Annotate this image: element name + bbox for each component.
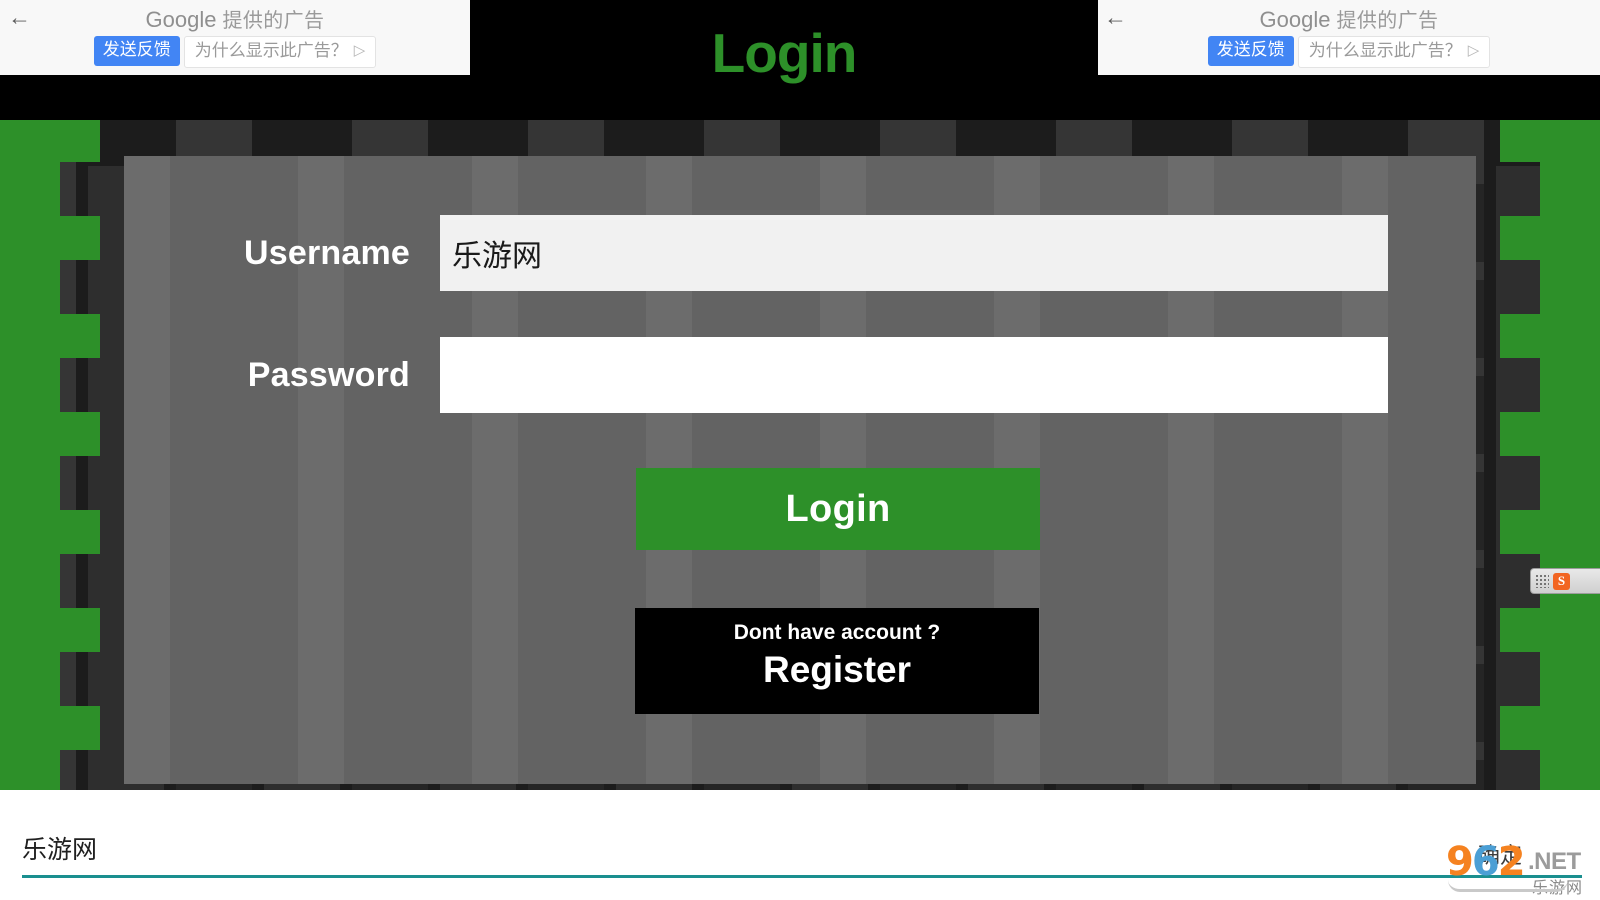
ad-attribution-suffix: 提供的广告 xyxy=(1336,10,1439,32)
watermark-swoosh-icon xyxy=(1448,880,1568,892)
username-input[interactable] xyxy=(440,215,1388,291)
bottom-dialog-text: 乐游网 xyxy=(22,836,98,864)
watermark-digit-6: 6 xyxy=(1471,839,1500,885)
google-ad-bar-left: ← Google 提供的广告 发送反馈 为什么显示此广告？ ▷ xyxy=(0,0,470,75)
green-teeth-left xyxy=(60,118,100,790)
google-brand-label: Google xyxy=(1259,7,1331,32)
why-this-ad-label: 为什么显示此广告？ xyxy=(1308,41,1462,60)
green-teeth-right xyxy=(1500,118,1540,790)
play-triangle-icon: ▷ xyxy=(353,42,366,60)
bottom-divider xyxy=(22,875,1582,878)
password-row: Password xyxy=(170,337,1388,413)
drag-dots-icon[interactable] xyxy=(1535,574,1549,588)
screen-root: Login Username Password Login Dont have … xyxy=(0,0,1600,900)
username-label: Username xyxy=(243,233,410,272)
sogou-input-icon[interactable]: S xyxy=(1553,572,1570,590)
ad-buttons-left: 发送反馈 为什么显示此广告？ ▷ xyxy=(0,36,470,68)
send-feedback-button[interactable]: 发送反馈 xyxy=(1207,36,1294,66)
watermark-digit-2: 2 xyxy=(1497,839,1526,885)
password-label: Password xyxy=(247,355,410,394)
google-ad-bar-right: ← Google 提供的广告 发送反馈 为什么显示此广告？ ▷ xyxy=(1098,0,1600,75)
login-button[interactable]: Login xyxy=(636,468,1040,550)
ad-buttons-right: 发送反馈 为什么显示此广告？ ▷ xyxy=(1098,36,1600,68)
google-brand-label: Google xyxy=(145,7,217,32)
page-title: Login xyxy=(711,22,858,84)
ad-attribution-suffix: 提供的广告 xyxy=(222,10,325,32)
why-this-ad-label: 为什么显示此广告？ xyxy=(194,41,348,60)
login-card: Username Password Login Dont have accoun… xyxy=(124,156,1476,784)
username-row: Username xyxy=(170,215,1388,291)
why-this-ad-button[interactable]: 为什么显示此广告？ ▷ xyxy=(1297,36,1491,68)
bottom-dialog-bar: 乐游网 确定 xyxy=(0,790,1600,900)
title-banner: Login xyxy=(470,0,1098,120)
send-feedback-button[interactable]: 发送反馈 xyxy=(93,36,180,66)
play-triangle-icon: ▷ xyxy=(1467,42,1480,60)
green-edge-left xyxy=(0,118,60,790)
watermark-net-label: .NET xyxy=(1528,848,1581,875)
watermark-digits: 962 xyxy=(1446,839,1526,885)
register-prompt: Dont have account ? xyxy=(733,621,941,644)
ad-attribution-left: Google 提供的广告 xyxy=(0,4,470,33)
why-this-ad-button[interactable]: 为什么显示此广告？ ▷ xyxy=(183,36,377,68)
register-link[interactable]: Register xyxy=(635,648,1039,692)
watermark-digit-9: 9 xyxy=(1446,839,1474,885)
register-box[interactable]: Dont have account ? Register xyxy=(635,608,1039,714)
green-edge-right xyxy=(1540,118,1600,790)
ad-attribution-right: Google 提供的广告 xyxy=(1098,4,1600,33)
sogou-ime-widget[interactable]: S xyxy=(1530,568,1600,594)
password-input[interactable] xyxy=(440,337,1388,413)
site-watermark: 962 .NET 乐游网 xyxy=(1446,838,1596,897)
